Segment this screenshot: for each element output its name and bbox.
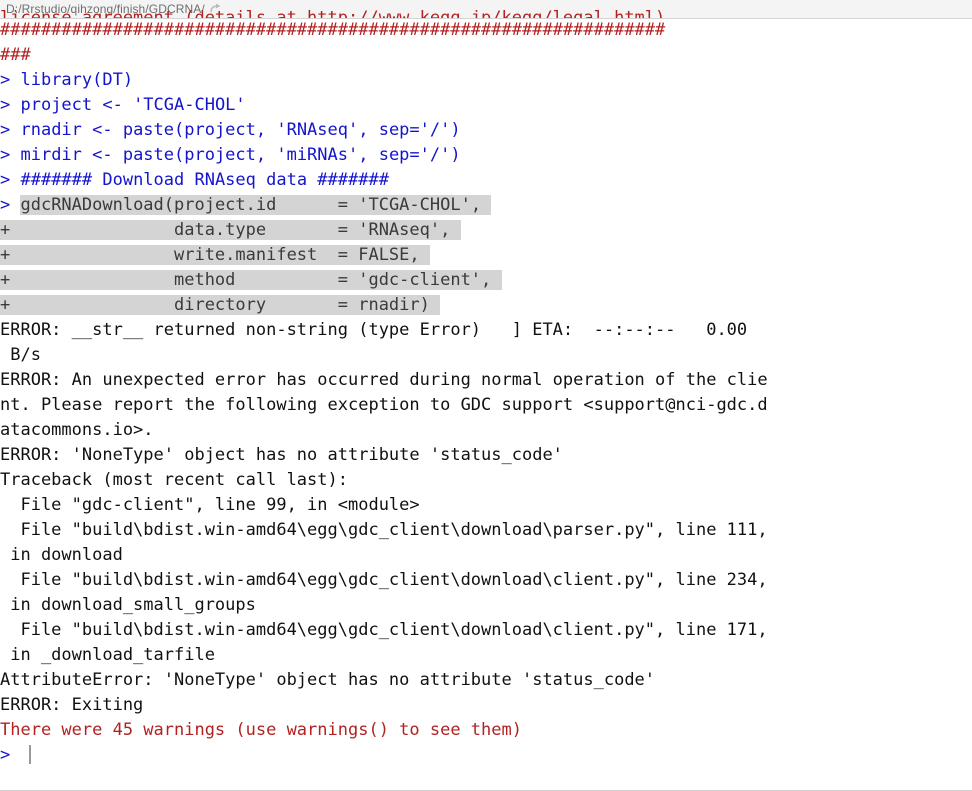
console-prompt: > (0, 170, 21, 190)
console-message-text: license agreement (details at http://www… (0, 8, 666, 18)
console-line: ERROR: __str__ returned non-string (type… (0, 318, 972, 343)
console-input-code: project <- 'TCGA-CHOL' (20, 95, 246, 115)
console-output-text: ERROR: 'NoneType' object has no attribut… (0, 445, 563, 465)
console-prompt: > (0, 195, 21, 215)
console-input-code: library(DT) (20, 70, 134, 90)
console-output-text: in download_small_groups (0, 595, 256, 615)
console-input-code-selected[interactable]: gdcRNADownload(project.id = 'TCGA-CHOL', (20, 195, 492, 215)
console-output-text: Traceback (most recent call last): (0, 470, 348, 490)
console-continuation-selected[interactable]: + method = 'gdc-client', (0, 270, 502, 290)
console-line: File "gdc-client", line 99, in <module> (0, 493, 972, 518)
rstudio-console-pane: D:/Rrstudio/qihzong/finish/GDCRNA/ licen… (0, 0, 972, 791)
console-message-text: ########################################… (0, 20, 666, 40)
console-output-text: ERROR: An unexpected error has occurred … (0, 370, 768, 390)
console-message-text: ### (0, 45, 31, 65)
console-line: > library(DT) (0, 68, 972, 93)
console-line: > mirdir <- paste(project, 'miRNAs', sep… (0, 143, 972, 168)
console-line: ########################################… (0, 18, 972, 43)
console-line: > gdcRNADownload(project.id = 'TCGA-CHOL… (0, 193, 972, 218)
console-line: ERROR: An unexpected error has occurred … (0, 368, 972, 393)
console-line: ERROR: Exiting (0, 693, 972, 718)
console-line: Traceback (most recent call last): (0, 468, 972, 493)
console-prompt: > (0, 745, 21, 765)
console-output-text: AttributeError: 'NoneType' object has no… (0, 670, 656, 690)
console-line: > project <- 'TCGA-CHOL' (0, 93, 972, 118)
console-output-text: in download (0, 545, 123, 565)
console-output-text: File "build\bdist.win-amd64\egg\gdc_clie… (0, 620, 768, 640)
console-input-line[interactable]: > (0, 743, 972, 768)
console-output-text: File "gdc-client", line 99, in <module> (0, 495, 420, 515)
console-prompt: > (0, 145, 21, 165)
console-output-text: File "build\bdist.win-amd64\egg\gdc_clie… (0, 570, 768, 590)
console-prompt: > (0, 95, 21, 115)
console-input-code: rnadir <- paste(project, 'RNAseq', sep='… (20, 120, 461, 140)
console-input-code: mirdir <- paste(project, 'miRNAs', sep='… (20, 145, 461, 165)
console-line: + method = 'gdc-client', (0, 268, 972, 293)
console-continuation-selected[interactable]: + write.manifest = FALSE, (0, 245, 430, 265)
console-prompt: > (0, 120, 21, 140)
console-line: ERROR: 'NoneType' object has no attribut… (0, 443, 972, 468)
console-line: ### (0, 43, 972, 68)
console-line: in download_small_groups (0, 593, 972, 618)
console-line: > ####### Download RNAseq data ####### (0, 168, 972, 193)
console-line: atacommons.io>. (0, 418, 972, 443)
text-cursor (29, 745, 32, 764)
console-line: + directory = rnadir) (0, 293, 972, 318)
console-output-text: ERROR: Exiting (0, 695, 144, 715)
console-output-text: atacommons.io>. (0, 420, 154, 440)
console-line: + write.manifest = FALSE, (0, 243, 972, 268)
console-line: > rnadir <- paste(project, 'RNAseq', sep… (0, 118, 972, 143)
console-message-text: There were 45 warnings (use warnings() t… (0, 720, 522, 740)
console-output-text: File "build\bdist.win-amd64\egg\gdc_clie… (0, 520, 768, 540)
console-line: B/s (0, 343, 972, 368)
console-continuation-selected[interactable]: + data.type = 'RNAseq', (0, 220, 461, 240)
console-line: nt. Please report the following exceptio… (0, 393, 972, 418)
console-line: AttributeError: 'NoneType' object has no… (0, 668, 972, 693)
console-output[interactable]: license agreement (details at http://www… (0, 6, 972, 768)
console-continuation-selected[interactable]: + directory = rnadir) (0, 295, 441, 315)
console-line: File "build\bdist.win-amd64\egg\gdc_clie… (0, 518, 972, 543)
console-line: in _download_tarfile (0, 643, 972, 668)
console-output-text: ERROR: __str__ returned non-string (type… (0, 320, 748, 340)
console-line: license agreement (details at http://www… (0, 6, 972, 18)
console-line: There were 45 warnings (use warnings() t… (0, 718, 972, 743)
console-line: in download (0, 543, 972, 568)
console-prompt: > (0, 70, 21, 90)
console-output-text: nt. Please report the following exceptio… (0, 395, 768, 415)
console-line: + data.type = 'RNAseq', (0, 218, 972, 243)
console-output-text: in _download_tarfile (0, 645, 215, 665)
console-input-code: ####### Download RNAseq data ####### (20, 170, 389, 190)
console-output-text: B/s (0, 345, 41, 365)
console-line: File "build\bdist.win-amd64\egg\gdc_clie… (0, 618, 972, 643)
console-line: File "build\bdist.win-amd64\egg\gdc_clie… (0, 568, 972, 593)
